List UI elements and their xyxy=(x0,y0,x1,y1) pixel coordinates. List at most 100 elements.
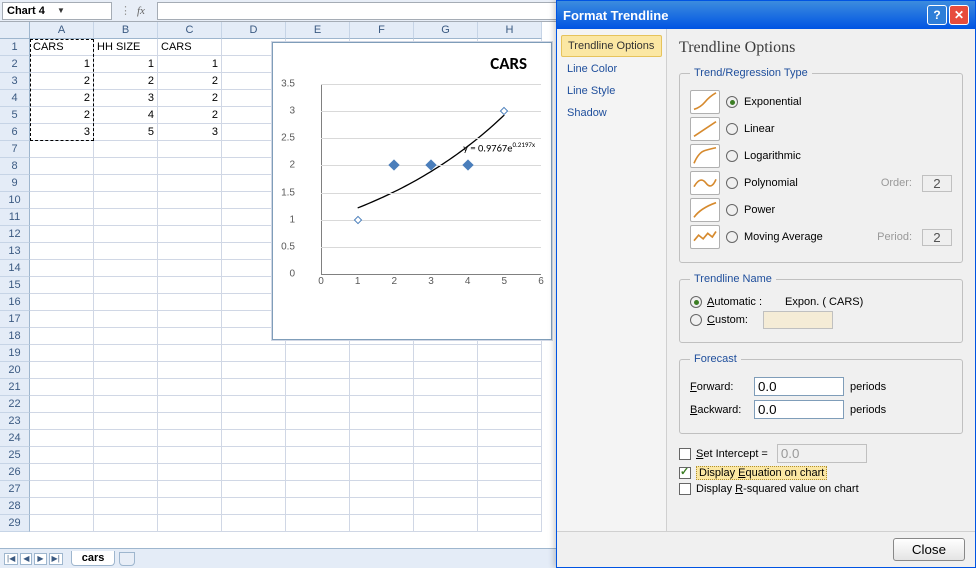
cell[interactable] xyxy=(286,464,350,481)
row-header[interactable]: 23 xyxy=(0,413,30,430)
fx-icon[interactable]: fx xyxy=(137,5,149,17)
type-radio[interactable] xyxy=(726,231,738,243)
tab-first-icon[interactable]: |◀ xyxy=(4,553,18,565)
cell[interactable] xyxy=(286,345,350,362)
row-header[interactable]: 17 xyxy=(0,311,30,328)
row-header[interactable]: 26 xyxy=(0,464,30,481)
column-header[interactable]: E xyxy=(286,22,350,39)
row-header[interactable]: 28 xyxy=(0,498,30,515)
cell[interactable] xyxy=(158,311,222,328)
cell[interactable] xyxy=(222,379,286,396)
cell[interactable] xyxy=(222,447,286,464)
regression-type-option[interactable]: Logarithmic xyxy=(690,144,952,168)
cell[interactable] xyxy=(158,175,222,192)
cell[interactable] xyxy=(30,498,94,515)
set-intercept-checkbox[interactable] xyxy=(679,448,691,460)
row-header[interactable]: 18 xyxy=(0,328,30,345)
cell[interactable] xyxy=(30,226,94,243)
cell[interactable] xyxy=(30,209,94,226)
cell[interactable] xyxy=(478,396,542,413)
cell[interactable] xyxy=(350,379,414,396)
cell[interactable] xyxy=(94,328,158,345)
cell[interactable] xyxy=(222,430,286,447)
tab-next-icon[interactable]: ▶ xyxy=(34,553,46,565)
cell[interactable] xyxy=(30,345,94,362)
row-header[interactable]: 24 xyxy=(0,430,30,447)
display-equation-checkbox[interactable] xyxy=(679,467,691,479)
cell[interactable]: 1 xyxy=(158,56,222,73)
cell[interactable] xyxy=(414,481,478,498)
cell[interactable] xyxy=(158,209,222,226)
cell[interactable]: 2 xyxy=(158,73,222,90)
cell[interactable] xyxy=(478,430,542,447)
cell[interactable] xyxy=(350,481,414,498)
cell[interactable] xyxy=(94,294,158,311)
cell[interactable] xyxy=(478,379,542,396)
cell[interactable] xyxy=(222,515,286,532)
row-header[interactable]: 29 xyxy=(0,515,30,532)
cell[interactable] xyxy=(158,515,222,532)
row-header[interactable]: 27 xyxy=(0,481,30,498)
row-header[interactable]: 6 xyxy=(0,124,30,141)
cell[interactable] xyxy=(30,141,94,158)
trendline-equation[interactable]: y = 0.9767e0.2197x xyxy=(463,140,535,155)
cell[interactable] xyxy=(478,498,542,515)
cell[interactable] xyxy=(222,413,286,430)
row-header[interactable]: 7 xyxy=(0,141,30,158)
cell[interactable] xyxy=(30,294,94,311)
cell[interactable] xyxy=(478,345,542,362)
cell[interactable]: 4 xyxy=(94,107,158,124)
cell[interactable] xyxy=(414,413,478,430)
cell[interactable] xyxy=(414,396,478,413)
type-radio[interactable] xyxy=(726,150,738,162)
column-header[interactable]: C xyxy=(158,22,222,39)
row-header[interactable]: 16 xyxy=(0,294,30,311)
cell[interactable] xyxy=(222,481,286,498)
row-header[interactable]: 8 xyxy=(0,158,30,175)
cell[interactable] xyxy=(94,481,158,498)
cell[interactable] xyxy=(158,158,222,175)
cell[interactable] xyxy=(478,447,542,464)
cell[interactable] xyxy=(286,396,350,413)
cell[interactable]: CARS xyxy=(158,39,222,56)
name-box-dropdown-icon[interactable]: ▼ xyxy=(57,6,107,15)
cell[interactable] xyxy=(94,362,158,379)
new-sheet-icon[interactable] xyxy=(119,552,135,566)
row-header[interactable]: 14 xyxy=(0,260,30,277)
cell[interactable] xyxy=(30,396,94,413)
row-header[interactable]: 3 xyxy=(0,73,30,90)
type-radio[interactable] xyxy=(726,204,738,216)
cell[interactable] xyxy=(414,447,478,464)
row-header[interactable]: 15 xyxy=(0,277,30,294)
row-header[interactable]: 10 xyxy=(0,192,30,209)
regression-type-option[interactable]: Moving AveragePeriod: xyxy=(690,225,952,249)
split-icon[interactable]: ⋮ xyxy=(120,4,131,17)
regression-type-option[interactable]: Power xyxy=(690,198,952,222)
cell[interactable] xyxy=(94,175,158,192)
row-header[interactable]: 5 xyxy=(0,107,30,124)
row-header[interactable]: 25 xyxy=(0,447,30,464)
cell[interactable] xyxy=(30,158,94,175)
cell[interactable] xyxy=(30,192,94,209)
select-all-corner[interactable] xyxy=(0,22,30,39)
cell[interactable] xyxy=(414,464,478,481)
cell[interactable] xyxy=(286,498,350,515)
name-custom-input[interactable] xyxy=(763,311,833,329)
cell[interactable] xyxy=(350,430,414,447)
cell[interactable] xyxy=(30,464,94,481)
cell[interactable] xyxy=(286,447,350,464)
cell[interactable] xyxy=(30,175,94,192)
cell[interactable] xyxy=(414,430,478,447)
cell[interactable] xyxy=(350,362,414,379)
name-automatic-radio[interactable] xyxy=(690,296,702,308)
cell[interactable]: 3 xyxy=(30,124,94,141)
row-header[interactable]: 4 xyxy=(0,90,30,107)
cell[interactable]: 2 xyxy=(158,107,222,124)
cell[interactable] xyxy=(94,260,158,277)
cell[interactable] xyxy=(30,311,94,328)
cell[interactable] xyxy=(158,481,222,498)
cell[interactable] xyxy=(94,447,158,464)
cell[interactable] xyxy=(158,345,222,362)
cell[interactable] xyxy=(30,515,94,532)
row-header[interactable]: 9 xyxy=(0,175,30,192)
